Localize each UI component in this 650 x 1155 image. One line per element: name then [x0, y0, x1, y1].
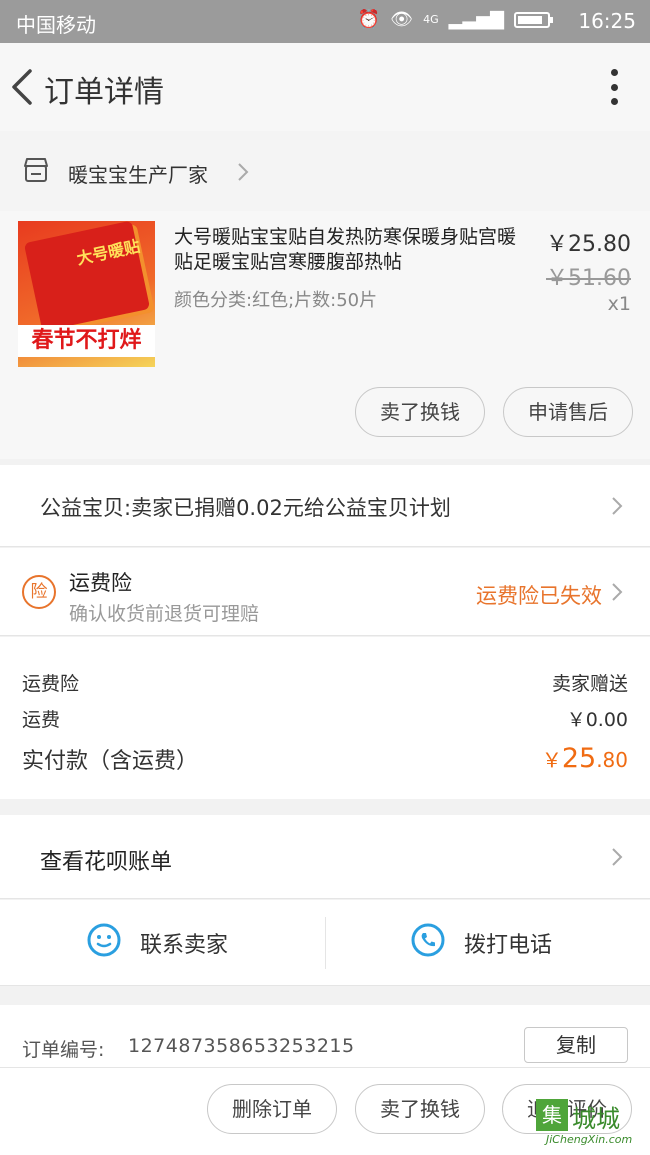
view-bill-row[interactable]: 查看花呗账单 — [0, 815, 650, 899]
product-card[interactable]: 大号暖贴 春节不打烊 大号暖贴宝宝贴自发热防寒保暖身贴宫暖贴足暖宝贴宫寒腰腹部热… — [0, 211, 650, 459]
fee-row-shipping: 运费 ￥0.00 — [22, 705, 628, 732]
watermark-url: JiChengXin.com — [546, 1133, 633, 1146]
delete-order-button[interactable]: 删除订单 — [207, 1084, 337, 1134]
product-quantity: x1 — [607, 293, 631, 315]
shop-header[interactable]: 暖宝宝生产厂家 — [0, 131, 650, 211]
total-currency: ￥ — [541, 748, 562, 772]
product-title[interactable]: 大号暖贴宝宝贴自发热防寒保暖身贴宫暖贴足暖宝贴宫寒腰腹部热帖 — [174, 225, 524, 275]
insurance-subtitle: 确认收货前退货可理赔 — [69, 603, 260, 625]
watermark-text: 城城 — [572, 1105, 620, 1133]
status-icons: ⏰ 👁 4G ▂▃▅▇ — [357, 9, 553, 31]
after-sales-button[interactable]: 申请售后 — [503, 387, 633, 437]
page-title: 订单详情 — [44, 75, 164, 110]
charity-row[interactable]: 公益宝贝:卖家已捐赠0.02元给公益宝贝计划 — [0, 465, 650, 547]
alarm-icon: ⏰ — [357, 9, 381, 30]
shop-name: 暖宝宝生产厂家 — [68, 163, 208, 187]
chevron-right-icon — [610, 495, 624, 521]
contact-bar: 联系卖家 拨打电话 — [0, 900, 650, 986]
product-price: ￥25.80 — [546, 232, 631, 257]
shipping-insurance-row[interactable]: 险 运费险 确认收货前退货可理赔 运费险已失效 — [0, 548, 650, 636]
fee-row-insurance: 运费险 卖家赠送 — [22, 669, 628, 696]
total-label: 实付款（含运费） — [22, 749, 199, 774]
phone-icon — [410, 922, 446, 964]
fee-label: 运费 — [22, 709, 61, 731]
more-options-icon[interactable] — [608, 69, 620, 105]
divider — [325, 917, 326, 969]
network-label: 4G — [423, 13, 439, 26]
fee-summary: 运费险 卖家赠送 运费 ￥0.00 实付款（含运费） ￥25.80 — [0, 637, 650, 799]
order-number: 127487358653253215 — [128, 1035, 355, 1057]
product-original-price: ￥51.60 — [546, 266, 631, 291]
watermark-logo-icon: 集 — [536, 1099, 568, 1131]
insurance-title: 运费险 — [69, 571, 132, 595]
carrier-name: 中国移动 — [16, 13, 96, 37]
contact-seller-button[interactable]: 联系卖家 — [86, 900, 228, 986]
product-thumbnail[interactable]: 大号暖贴 春节不打烊 — [18, 221, 155, 367]
order-number-row: 订单编号: 127487358653253215 复制 — [0, 1005, 650, 1067]
watermark: 集 城城 JiChengXin.com — [536, 1099, 648, 1147]
bottom-action-bar: 删除订单 卖了换钱 追加评价 集 城城 JiChengXin.com — [0, 1067, 650, 1155]
signal-icon: ▂▃▅▇ — [448, 9, 504, 30]
navbar: 订单详情 — [0, 43, 650, 131]
sell-for-cash-button[interactable]: 卖了换钱 — [355, 1084, 485, 1134]
total-integer: 25 — [561, 743, 597, 774]
copy-button[interactable]: 复制 — [524, 1027, 628, 1063]
fee-label: 运费险 — [22, 673, 80, 695]
order-number-label: 订单编号: — [22, 1039, 105, 1061]
call-button[interactable]: 拨打电话 — [410, 900, 552, 986]
chevron-right-icon — [610, 581, 624, 607]
thumbnail-banner: 春节不打烊 — [18, 325, 155, 357]
fee-value: ￥0.00 — [566, 709, 628, 731]
total-value: ￥25.80 — [542, 743, 628, 774]
fee-row-total: 实付款（含运费） ￥25.80 — [22, 743, 628, 775]
chat-icon — [86, 922, 122, 964]
insurance-badge-icon: 险 — [22, 575, 56, 609]
clock: 16:25 — [578, 9, 636, 33]
contact-seller-label: 联系卖家 — [140, 933, 229, 958]
chevron-right-icon — [236, 161, 250, 187]
back-arrow-icon[interactable] — [6, 65, 42, 109]
chevron-right-icon — [610, 846, 624, 872]
view-bill-text: 查看花呗账单 — [40, 850, 173, 875]
total-decimal: .80 — [596, 748, 628, 772]
sell-for-cash-button[interactable]: 卖了换钱 — [355, 387, 485, 437]
battery-icon — [514, 12, 553, 28]
fee-value: 卖家赠送 — [551, 673, 628, 695]
call-label: 拨打电话 — [464, 933, 553, 958]
status-bar: 中国移动 ⏰ 👁 4G ▂▃▅▇ 16:25 — [0, 0, 650, 43]
charity-text: 公益宝贝:卖家已捐赠0.02元给公益宝贝计划 — [40, 496, 451, 520]
shop-icon — [22, 157, 50, 187]
product-sku: 颜色分类:红色;片数:50片 — [174, 290, 378, 311]
insurance-status: 运费险已失效 — [476, 584, 602, 608]
eye-icon: 👁 — [390, 9, 414, 30]
